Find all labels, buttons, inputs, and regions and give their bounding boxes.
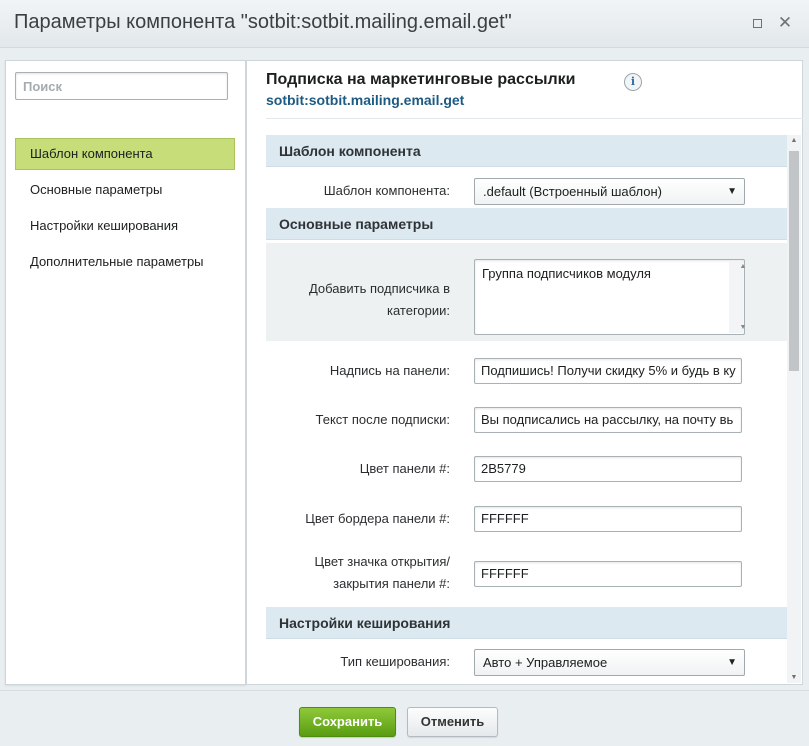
scrollbar-thumb[interactable] [789, 151, 799, 371]
cache-type-value: Авто + Управляемое [483, 655, 608, 670]
search-input[interactable] [15, 72, 228, 100]
title-bar: Параметры компонента "sotbit:sotbit.mail… [0, 0, 809, 48]
sidebar-item-basic-params[interactable]: Основные параметры [15, 174, 235, 206]
chevron-down-icon: ▼ [727, 186, 737, 197]
border-color-label: Цвет бордера панели #: [305, 511, 450, 526]
info-icon[interactable]: i [624, 73, 642, 91]
section-header-template: Шаблон компонента [266, 135, 787, 167]
section-header-cache: Настройки кеширования [266, 607, 787, 639]
after-subscribe-text-label: Текст после подписки: [315, 412, 450, 427]
panel-text-input[interactable]: Подпишись! Получи скидку 5% и будь в ку [474, 358, 742, 384]
after-subscribe-text-input[interactable]: Вы подписались на рассылку, на почту вь [474, 407, 742, 433]
scroll-down-icon[interactable]: ▼ [736, 324, 750, 331]
close-icon[interactable]: ✕ [776, 14, 794, 32]
category-label: Добавить подписчика в категории: [308, 281, 450, 318]
dialog-title: Параметры компонента "sotbit:sotbit.mail… [14, 11, 512, 33]
sidebar: Шаблон компонента Основные параметры Нас… [5, 60, 246, 685]
scroll-up-icon[interactable]: ▲ [787, 137, 801, 144]
dialog-footer: Сохранить Отменить [0, 690, 809, 746]
toggle-icon-color-input[interactable]: FFFFFF [474, 561, 742, 587]
component-id: sotbit:sotbit.mailing.email.get [266, 92, 465, 108]
template-select-value: .default (Встроенный шаблон) [483, 184, 662, 199]
main-scrollbar[interactable]: ▲ ▼ [787, 135, 801, 683]
cache-type-select[interactable]: Авто + Управляемое ▼ [474, 649, 745, 676]
chevron-down-icon: ▼ [727, 657, 737, 668]
panel-text-label: Надпись на панели: [329, 363, 450, 378]
maximize-icon[interactable] [748, 14, 766, 32]
main-panel: Подписка на маркетинговые рассылки i sot… [246, 60, 803, 685]
toggle-icon-color-label: Цвет значка открытия/ закрытия панели #: [314, 554, 450, 591]
sidebar-item-template[interactable]: Шаблон компонента [15, 138, 235, 170]
template-select[interactable]: .default (Встроенный шаблон) ▼ [474, 178, 745, 205]
sidebar-item-additional-params[interactable]: Дополнительные параметры [15, 246, 235, 278]
border-color-input[interactable]: FFFFFF [474, 506, 742, 532]
params-form: Шаблон компонента Шаблон компонента: .de… [266, 135, 787, 683]
cancel-button[interactable]: Отменить [407, 707, 498, 737]
cache-type-label: Тип кеширования: [340, 654, 450, 669]
textarea-scrollbar[interactable]: ▲ ▼ [729, 261, 746, 333]
scroll-up-icon[interactable]: ▲ [736, 263, 750, 270]
category-value: Группа подписчиков модуля [482, 266, 651, 281]
scroll-down-icon[interactable]: ▼ [787, 674, 801, 681]
component-settings-dialog: Параметры компонента "sotbit:sotbit.mail… [0, 0, 809, 746]
save-button[interactable]: Сохранить [299, 707, 396, 737]
panel-color-input[interactable]: 2B5779 [474, 456, 742, 482]
panel-color-label: Цвет панели #: [359, 461, 450, 476]
page-title: Подписка на маркетинговые рассылки [266, 71, 576, 88]
divider [266, 118, 803, 119]
category-textarea[interactable]: Группа подписчиков модуля ▲ ▼ [474, 259, 746, 335]
section-header-basic: Основные параметры [266, 208, 787, 240]
sidebar-item-cache-settings[interactable]: Настройки кеширования [15, 210, 235, 242]
template-label: Шаблон компонента: [323, 183, 450, 198]
